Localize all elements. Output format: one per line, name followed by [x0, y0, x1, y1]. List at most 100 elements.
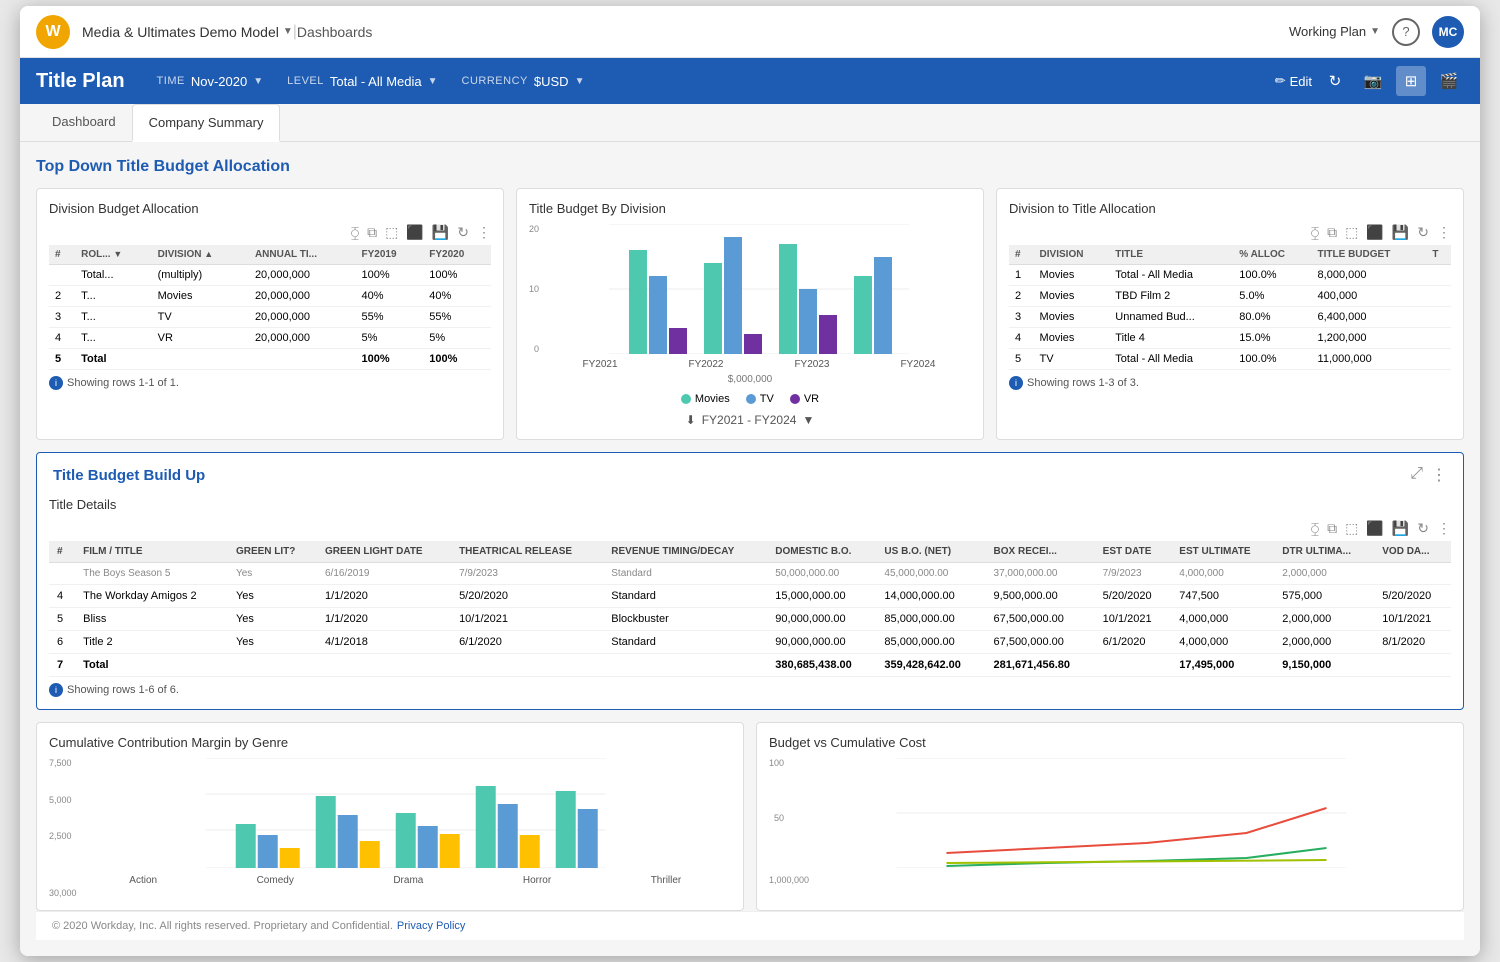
- build-up-header: Title Budget Build Up ⤢ ⋮: [37, 453, 1463, 497]
- import-icon[interactable]: ⬛: [406, 224, 423, 241]
- division-title-allocation-title: Division to Title Allocation: [1009, 201, 1451, 216]
- copy-icon[interactable]: ⧉: [367, 224, 377, 241]
- filter-icon[interactable]: ⧲: [1311, 520, 1319, 537]
- model-selector[interactable]: Media & Ultimates Demo Model ▼: [82, 24, 293, 40]
- budget-cost-chart: [792, 758, 1451, 873]
- expand-icon[interactable]: ⤢: [1410, 465, 1423, 485]
- col-hash: #: [1009, 245, 1034, 265]
- table-row: 2 T... Movies 20,000,000 40% 40%: [49, 286, 491, 307]
- cumulative-y-axis: 7,500 5,000 2,500: [49, 758, 76, 868]
- bar-chart-svg: [547, 224, 971, 354]
- top-cards-row: Division Budget Allocation ⧲ ⧉ ⬚ ⬛ 💾 ↻ ⋮…: [36, 188, 1464, 440]
- cumulative-y-unit: 30,000: [49, 888, 731, 898]
- help-button[interactable]: ?: [1392, 18, 1420, 46]
- filter-icon[interactable]: ⧲: [351, 224, 359, 241]
- cumulative-chart-wrapper: 7,500 5,000 2,500: [49, 758, 731, 886]
- tab-dashboard[interactable]: Dashboard: [36, 104, 132, 141]
- dashboards-link[interactable]: Dashboards: [297, 24, 373, 40]
- refresh-button[interactable]: ↻: [1320, 66, 1350, 96]
- export-icon[interactable]: ⬚: [1345, 224, 1358, 241]
- export-icon[interactable]: ⬚: [1345, 520, 1358, 537]
- table-row: 4 T... VR 20,000,000 5% 5%: [49, 328, 491, 349]
- grid-view-button[interactable]: ⊞: [1396, 66, 1426, 96]
- col-revenue-timing: REVENUE TIMING/DECAY: [603, 541, 767, 563]
- save-icon[interactable]: 💾: [432, 224, 449, 241]
- page-title: Title Plan: [36, 70, 125, 93]
- filter-icon[interactable]: ⧲: [1311, 224, 1319, 241]
- col-est-ultimate: EST ULTIMATE: [1171, 541, 1274, 563]
- privacy-policy-link[interactable]: Privacy Policy: [397, 920, 465, 932]
- pencil-icon: ✏: [1275, 73, 1286, 89]
- refresh-icon[interactable]: ↻: [1417, 224, 1429, 241]
- model-dropdown-arrow: ▼: [283, 26, 293, 37]
- tab-company-summary[interactable]: Company Summary: [132, 104, 281, 142]
- col-box-receipt: BOX RECEI...: [986, 541, 1095, 563]
- copy-icon[interactable]: ⧉: [1327, 520, 1337, 537]
- build-up-content: Title Details ⧲ ⧉ ⬚ ⬛ 💾 ↻ ⋮ # F: [37, 497, 1463, 709]
- col-vod-da: VOD DA...: [1374, 541, 1451, 563]
- copy-icon[interactable]: ⧉: [1327, 224, 1337, 241]
- table-row: 1 Movies Total - All Media 100.0% 8,000,…: [1009, 265, 1451, 286]
- save-icon[interactable]: 💾: [1392, 224, 1409, 241]
- budget-cost-y-unit: 1,000,000: [769, 875, 1451, 885]
- buildup-table-scroll[interactable]: # FILM / TITLE GREEN LIT? GREEN LIGHT DA…: [49, 541, 1451, 677]
- chart-filter[interactable]: ⬇ FY2021 - FY2024 ▼: [529, 413, 971, 427]
- buildup-showing: i Showing rows 1-6 of 6.: [49, 683, 1451, 697]
- tabs-bar: Dashboard Company Summary: [20, 104, 1480, 142]
- table-row: Total... (multiply) 20,000,000 100% 100%: [49, 265, 491, 286]
- nav-right-section: Working Plan ▼ ? MC: [1289, 16, 1464, 48]
- chart-legend: Movies TV VR: [529, 393, 971, 405]
- more-icon[interactable]: ⋮: [1437, 520, 1451, 537]
- main-content: Top Down Title Budget Allocation Divisio…: [20, 142, 1480, 956]
- user-avatar[interactable]: MC: [1432, 16, 1464, 48]
- title-budget-division-title: Title Budget By Division: [529, 201, 971, 216]
- workday-logo: W: [36, 15, 70, 49]
- movies-dot: [681, 394, 691, 404]
- header-actions: ✏ Edit ↻ 📷 ⊞ 🎬: [1275, 66, 1464, 96]
- table-row: 3 T... TV 20,000,000 55% 55%: [49, 307, 491, 328]
- cumulative-chart-svg: [80, 758, 731, 868]
- division-budget-toolbar: ⧲ ⧉ ⬚ ⬛ 💾 ↻ ⋮: [49, 224, 491, 241]
- refresh-icon[interactable]: ↻: [1417, 520, 1429, 537]
- table-row: 6 Title 2 Yes 4/1/2018 6/1/2020 Standard…: [49, 631, 1451, 654]
- table-row: 4 The Workday Amigos 2 Yes 1/1/2020 5/20…: [49, 585, 1451, 608]
- x-labels: FY2021 FY2022 FY2023 FY2024: [547, 359, 971, 370]
- save-icon[interactable]: 💾: [1392, 520, 1409, 537]
- legend-tv: TV: [746, 393, 774, 405]
- header-bar: Title Plan TIME Nov-2020 ▼ LEVEL Total -…: [20, 58, 1480, 104]
- col-green-lit: GREEN LIT?: [228, 541, 317, 563]
- video-button[interactable]: 🎬: [1434, 66, 1464, 96]
- camera-button[interactable]: 📷: [1358, 66, 1388, 96]
- more-icon[interactable]: ⋮: [477, 224, 491, 241]
- col-fy2019: FY2019: [356, 245, 424, 265]
- working-plan-arrow: ▼: [1370, 26, 1380, 37]
- col-division: DIVISION: [1034, 245, 1110, 265]
- budget-cost-svg: [792, 758, 1451, 868]
- allocation-toolbar: ⧲ ⧉ ⬚ ⬛ 💾 ↻ ⋮: [1009, 224, 1451, 241]
- build-up-title: Title Budget Build Up: [53, 467, 205, 484]
- more-icon[interactable]: ⋮: [1437, 224, 1451, 241]
- division-budget-title: Division Budget Allocation: [49, 201, 491, 216]
- import-icon[interactable]: ⬛: [1366, 520, 1383, 537]
- time-filter[interactable]: TIME Nov-2020 ▼: [157, 74, 264, 89]
- level-filter[interactable]: LEVEL Total - All Media ▼: [287, 74, 437, 89]
- table-row: 2 Movies TBD Film 2 5.0% 400,000: [1009, 286, 1451, 307]
- info-icon: i: [49, 683, 63, 697]
- import-icon[interactable]: ⬛: [1366, 224, 1383, 241]
- col-green-light-date: GREEN LIGHT DATE: [317, 541, 451, 563]
- col-hash: #: [49, 245, 75, 265]
- info-icon: i: [1009, 376, 1023, 390]
- export-icon[interactable]: ⬚: [385, 224, 398, 241]
- col-role: ROL... ▼: [75, 245, 152, 265]
- col-us-bo-net: US B.O. (NET): [876, 541, 985, 563]
- currency-filter[interactable]: CURRENCY $USD ▼: [462, 74, 585, 89]
- refresh-icon[interactable]: ↻: [457, 224, 469, 241]
- table-row-total: 7 Total 380,685,438.00 359,428,642.00 28…: [49, 654, 1451, 677]
- info-icon: i: [49, 376, 63, 390]
- more-icon[interactable]: ⋮: [1431, 465, 1447, 485]
- working-plan-selector[interactable]: Working Plan ▼: [1289, 24, 1380, 39]
- edit-button[interactable]: ✏ Edit: [1275, 73, 1312, 89]
- allocation-showing: i Showing rows 1-3 of 3.: [1009, 376, 1451, 390]
- table-row: 3 Movies Unnamed Bud... 80.0% 6,400,000: [1009, 307, 1451, 328]
- time-value: Nov-2020: [191, 74, 247, 89]
